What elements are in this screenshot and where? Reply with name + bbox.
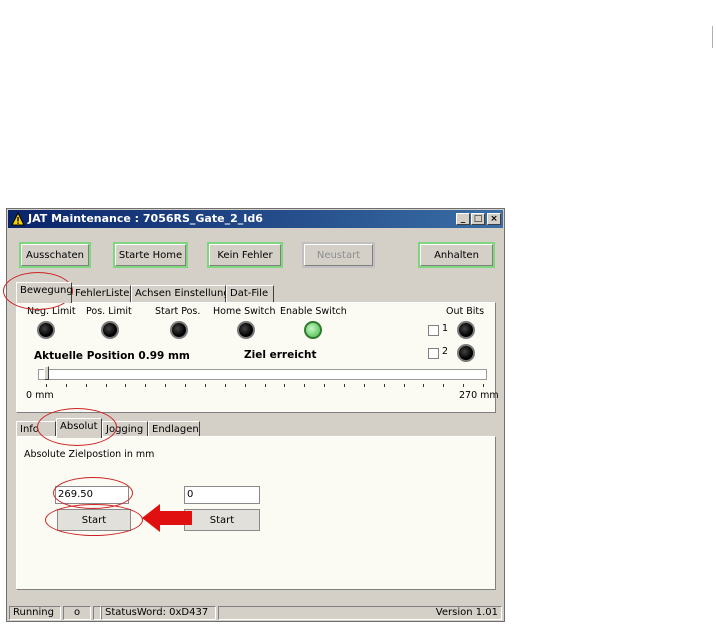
slider-tick [403,384,405,387]
status-bar: Running o StatusWord: 0xD437 Version 1.0… [7,605,504,621]
slider-tick [105,384,107,387]
starte-home-label: Starte Home [118,249,183,261]
pos-limit-label: Pos. Limit [86,306,132,317]
slider-tick [324,384,326,387]
start-button-secondary-label: Start [209,514,235,526]
current-position-text: Aktuelle Position 0.99 mm [34,350,190,362]
scale-min-label: 0 mm [26,390,54,401]
tab-fehlerliste-label: FehlerListe [75,288,130,299]
neustart-label: Neustart [316,249,361,261]
tab-achsen-einstellung[interactable]: Achsen Einstellung [131,285,230,302]
slider-tick [65,384,67,387]
neg-limit-led [37,321,55,339]
edge-mark [712,26,713,48]
second-position-input[interactable]: 0 [184,486,260,504]
out-bit-1-checkbox[interactable] [428,325,439,336]
tab-bewegung-label: Bewegung [20,285,73,296]
status-running: Running [9,606,61,620]
tab-fehlerliste[interactable]: FehlerListe [71,285,131,302]
slider-tick [363,384,365,387]
subtab-endlagen[interactable]: Endlagen [148,421,200,437]
kein-fehler-label: Kein Fehler [217,249,273,261]
status-word: StatusWord: 0xD437 [101,606,216,620]
minimize-button[interactable]: _ [456,213,470,225]
slider-tick [204,384,206,387]
window-title: JAT Maintenance : 7056RS_Gate_2_Id6 [28,212,263,225]
pos-limit-led [101,321,119,339]
maximize-button[interactable]: □ [471,213,485,225]
ausschalten-button[interactable]: Ausschaten [19,242,91,268]
neustart-button[interactable]: Neustart [302,242,375,268]
red-arrow-icon [142,504,192,532]
start-pos-led [170,321,188,339]
tab-dat-file-label: Dat-File [230,288,269,299]
home-switch-led [237,321,255,339]
out-bit-1-led [457,321,475,339]
start-pos-label: Start Pos. [155,306,201,317]
subtab-endlagen-label: Endlagen [152,424,199,435]
slider-tick [304,384,306,387]
target-status-text: Ziel erreicht [244,349,317,361]
slider-tick [244,384,246,387]
slider-tick [443,384,445,387]
slider-tick [125,384,127,387]
close-button[interactable]: × [487,213,501,225]
starte-home-button[interactable]: Starte Home [113,242,188,268]
kein-fehler-button[interactable]: Kein Fehler [207,242,283,268]
status-version-text: Version 1.01 [435,607,498,618]
slider-tick [383,384,385,387]
out-bit-2-led [457,344,475,362]
out-bit-2-label: 2 [442,346,449,357]
warning-app-icon [11,212,25,226]
slider-tick [343,384,345,387]
out-bits-label: Out Bits [446,306,485,317]
subtab-absolut[interactable]: Absolut [56,418,102,438]
slider-tick [264,384,266,387]
status-o-text: o [73,607,81,618]
tab-bewegung[interactable]: Bewegung [16,282,73,303]
slider-tick [463,384,465,387]
out-bit-2-checkbox[interactable] [428,348,439,359]
title-bar[interactable]: JAT Maintenance : 7056RS_Gate_2_Id6 _ □ … [8,210,503,228]
scale-max-label: 270 mm [459,390,499,401]
slider-tick [185,384,187,387]
slider-tick [224,384,226,387]
slider-tick [145,384,147,387]
enable-switch-led [304,321,322,339]
slider-tick [46,384,47,387]
tab-achsen-einstellung-label: Achsen Einstellung [135,288,230,299]
slider-tick [165,384,167,387]
slider-tick [284,384,286,387]
status-o: o [63,606,91,620]
out-bit-1-label: 1 [442,323,449,334]
subtab-absolut-label: Absolut [60,421,98,432]
status-running-text: Running [13,607,54,618]
status-spacer [93,606,101,620]
slider-tick [483,384,484,387]
slider-tick [423,384,425,387]
start-button-secondary[interactable]: Start [184,509,260,531]
status-version: Version 1.01 [218,606,502,620]
slider-tick [85,384,87,387]
absolut-caption: Absolute Zielpostion in mm [24,449,155,460]
second-position-value: 0 [187,489,194,500]
position-slider-track [38,369,487,380]
ausschalten-label: Ausschaten [26,249,84,261]
anhalten-label: Anhalten [434,249,479,261]
highlight-start-button [45,504,143,536]
enable-switch-label: Enable Switch [280,306,347,317]
position-slider-thumb[interactable] [44,366,49,380]
status-word-text: StatusWord: 0xD437 [105,607,209,618]
tab-dat-file[interactable]: Dat-File [226,285,274,302]
home-switch-label: Home Switch [213,306,276,317]
anhalten-button[interactable]: Anhalten [418,242,495,268]
